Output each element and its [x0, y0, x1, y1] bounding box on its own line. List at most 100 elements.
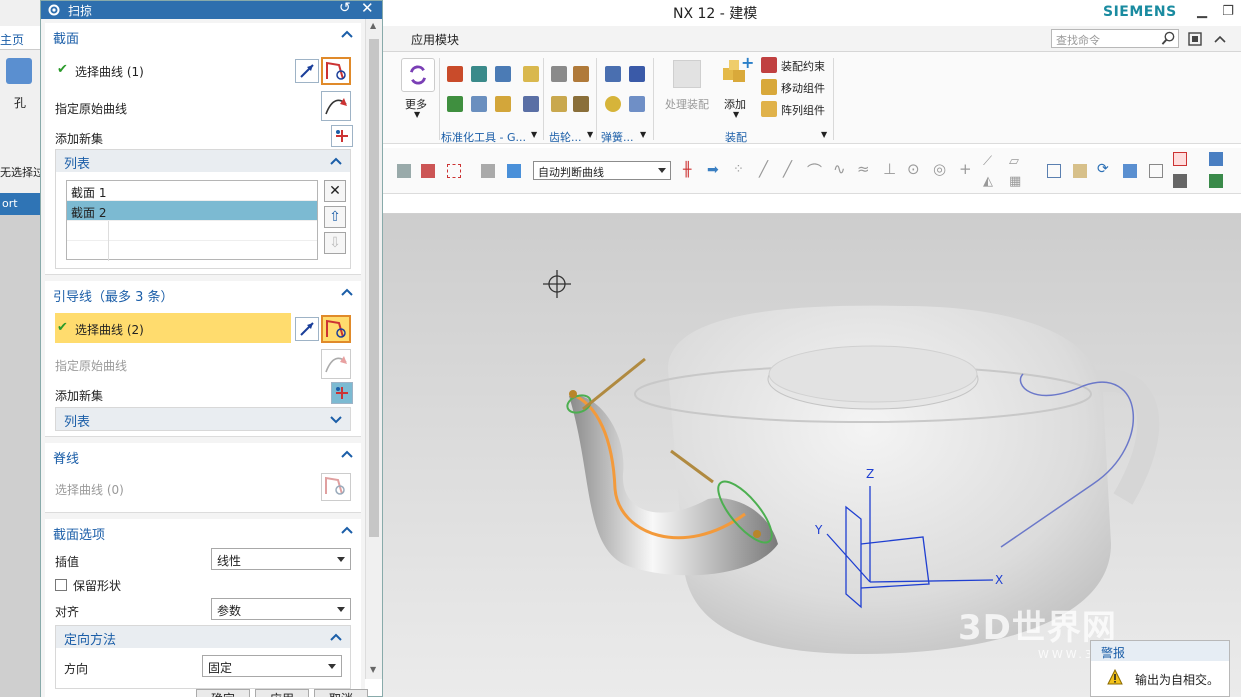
guide-list-header[interactable]: 列表 — [56, 408, 350, 430]
fit-view-icon[interactable] — [1047, 164, 1061, 178]
guide-select-curve[interactable]: ✔ 选择曲线 (2) — [55, 313, 291, 343]
follow-fillet-icon[interactable]: ➡ — [707, 162, 721, 178]
view-orient-icon[interactable] — [1173, 152, 1187, 166]
wave-icon[interactable]: ≈ — [857, 160, 871, 178]
cancel-button[interactable]: 取消 — [314, 689, 368, 697]
orientation-header[interactable]: 定向方法 — [56, 626, 350, 648]
restore-icon[interactable]: ❐ — [1217, 2, 1239, 22]
minimize-icon[interactable]: ▁ — [1191, 2, 1213, 22]
add-component-icon[interactable]: + — [721, 53, 754, 88]
preserve-shape-checkbox[interactable] — [55, 579, 67, 591]
quadrant-icon[interactable]: ◎ — [933, 160, 947, 178]
assembly-dropdown-icon[interactable]: ▼ — [821, 130, 827, 139]
curve-select-button[interactable] — [321, 57, 351, 85]
image-icon[interactable] — [1073, 164, 1087, 178]
measure-icon[interactable]: ⟋ — [983, 154, 997, 169]
spine-select-curve-label[interactable]: 选择曲线 (0) — [55, 481, 124, 498]
chevron-up-icon[interactable] — [341, 29, 353, 39]
curve-rule-dropdown[interactable]: 自动判断曲线 — [533, 161, 671, 180]
bolt-icon[interactable] — [447, 96, 463, 112]
window-layout-icon[interactable] — [1187, 31, 1203, 47]
group-standard-tools[interactable]: 标准化工具 - G... — [441, 129, 526, 145]
guide-specify-origin-button[interactable] — [321, 349, 351, 379]
move-up-button[interactable]: ⇧ — [324, 206, 346, 228]
fastener-icon[interactable] — [471, 66, 487, 82]
dialog-header[interactable]: 扫掠 ↺ ✕ — [41, 0, 382, 19]
scroll-thumb[interactable] — [369, 39, 379, 537]
command-search-input[interactable]: 查找命令 — [1051, 29, 1179, 48]
wrench-icon[interactable] — [471, 96, 487, 112]
dialog-scrollbar[interactable]: ▲ ▼ — [365, 19, 382, 679]
library-icon[interactable] — [495, 96, 511, 112]
shaded-icon[interactable] — [1173, 174, 1187, 188]
coil-icon[interactable] — [605, 96, 621, 112]
reset-icon[interactable]: ↺ — [339, 0, 351, 16]
specify-origin-button[interactable] — [321, 91, 351, 121]
line-icon[interactable]: ╱ — [759, 160, 773, 178]
grid-icon[interactable]: ▦ — [1009, 174, 1023, 189]
ok-button[interactable]: 确定 — [196, 689, 250, 697]
section-select-curve[interactable]: ✔ 选择曲线 (1) — [55, 55, 291, 85]
gear-pair-icon[interactable] — [573, 66, 589, 82]
array-component-icon[interactable] — [761, 101, 777, 117]
chevron-up-icon[interactable] — [341, 449, 353, 459]
solid-body-icon[interactable] — [481, 164, 495, 178]
apply-button[interactable]: 应用 — [255, 689, 309, 697]
shape-icon[interactable]: ◭ — [983, 174, 997, 189]
hole-icon[interactable] — [6, 58, 32, 84]
chevron-up-icon[interactable] — [341, 525, 353, 535]
part-navigator-tab[interactable]: ort — [0, 193, 40, 215]
delete-button[interactable]: ✕ — [324, 180, 346, 202]
section-group-header[interactable]: 截面 — [45, 23, 361, 47]
chevron-up-icon[interactable] — [341, 287, 353, 297]
chevron-down-icon[interactable] — [330, 414, 342, 424]
assembly-constraint-icon[interactable] — [761, 57, 777, 73]
process-assembly-icon[interactable] — [673, 60, 701, 88]
eraser-icon[interactable]: ▱ — [1009, 154, 1023, 169]
table-icon[interactable] — [523, 96, 539, 112]
grid-part-icon[interactable] — [495, 66, 511, 82]
cursor-icon[interactable] — [397, 164, 411, 178]
standard-part-icon[interactable] — [447, 66, 463, 82]
spur-gear-icon[interactable] — [551, 96, 567, 112]
spine-group-header[interactable]: 脊线 — [45, 443, 361, 467]
chevron-up-icon[interactable] — [330, 156, 342, 166]
add-dropdown-icon[interactable]: ▼ — [733, 110, 739, 119]
stop-at-intersection-icon[interactable]: ╫ — [683, 162, 697, 178]
scroll-down-icon[interactable]: ▼ — [370, 665, 376, 674]
display-icon[interactable] — [1209, 174, 1223, 188]
tab-applications[interactable]: 应用模块 — [411, 31, 459, 48]
spine-select-button[interactable] — [321, 473, 351, 501]
reverse-direction-button[interactable] — [295, 317, 319, 341]
section-options-header[interactable]: 截面选项 — [45, 519, 361, 543]
section-list-header[interactable]: 列表 — [56, 150, 350, 172]
direction-select[interactable]: 固定 — [202, 655, 342, 677]
box-select-icon[interactable] — [447, 164, 461, 178]
scroll-up-icon[interactable]: ▲ — [370, 21, 376, 30]
list-item-selected[interactable]: 截面 2 — [67, 201, 317, 221]
normal-icon[interactable]: ⊥ — [883, 160, 897, 178]
snap-filter-icon[interactable] — [421, 164, 435, 178]
curve-select-button[interactable] — [321, 315, 351, 343]
render-style-icon[interactable] — [1209, 152, 1223, 166]
guide-group-header[interactable]: 引导线（最多 3 条） — [45, 281, 361, 305]
spring-pen-icon[interactable] — [629, 66, 645, 82]
gear-icon[interactable] — [551, 66, 567, 82]
point-icon[interactable]: + — [959, 160, 973, 178]
standard-dropdown-icon[interactable]: ▼ — [531, 130, 537, 139]
pen-tool-icon[interactable] — [1123, 164, 1137, 178]
assembly-constraint-label[interactable]: 装配约束 — [781, 58, 825, 74]
alignment-select[interactable]: 参数 — [211, 598, 351, 620]
search-icon[interactable] — [1161, 31, 1176, 46]
list-item[interactable]: 截面 1 — [67, 181, 317, 201]
collapse-ribbon-icon[interactable] — [1213, 32, 1227, 46]
spring-dropdown-icon[interactable]: ▼ — [640, 130, 646, 139]
line-point-icon[interactable]: ╱ — [783, 160, 797, 178]
spring-icon[interactable] — [605, 66, 621, 82]
spring-delete-icon[interactable] — [629, 96, 645, 112]
more-button[interactable] — [401, 58, 435, 92]
spline-icon[interactable]: ∿ — [833, 160, 847, 178]
guide-add-new-set-button[interactable] — [331, 382, 353, 404]
group-spring[interactable]: 弹簧... — [601, 129, 634, 145]
gear-dropdown-icon[interactable]: ▼ — [587, 130, 593, 139]
